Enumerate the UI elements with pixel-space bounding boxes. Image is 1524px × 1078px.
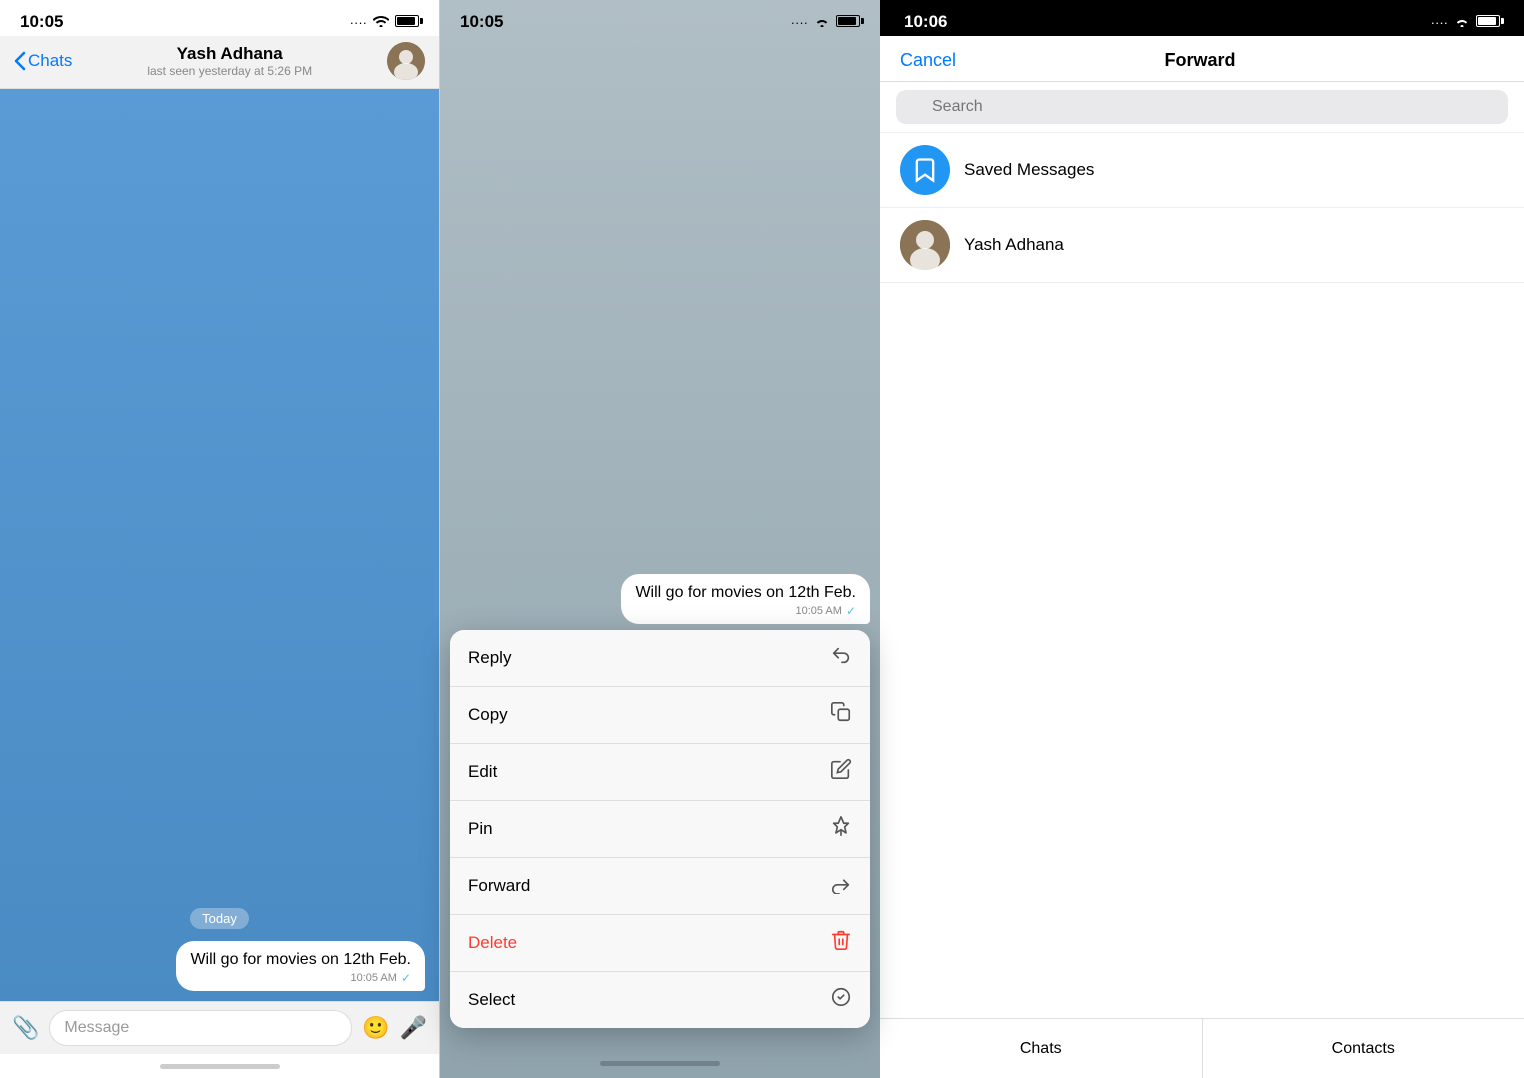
battery-icon-3 — [1476, 15, 1500, 30]
search-container-3 — [896, 90, 1508, 124]
home-indicator-1 — [160, 1064, 280, 1069]
message-check-1: ✓ — [401, 971, 411, 985]
context-delete-label: Delete — [468, 933, 517, 953]
select-icon — [830, 986, 852, 1014]
sticker-icon-1[interactable]: 🙂 — [362, 1015, 389, 1041]
wifi-icon-2 — [814, 15, 830, 30]
status-icons-1: ···· — [350, 15, 419, 30]
tab-contacts-label-3: Contacts — [1332, 1040, 1395, 1058]
context-reply-label: Reply — [468, 648, 511, 668]
status-time-1: 10:05 — [20, 12, 63, 32]
message-meta-1: 10:05 AM ✓ — [190, 971, 411, 985]
context-delete[interactable]: Delete — [450, 915, 870, 972]
home-indicator-2 — [600, 1061, 720, 1066]
context-menu: Reply Copy Edit — [450, 630, 870, 1028]
search-bar-3 — [880, 82, 1524, 133]
status-time-3: 10:06 — [904, 12, 947, 32]
list-item-yash[interactable]: Yash Adhana — [880, 208, 1524, 283]
yash-adhana-label: Yash Adhana — [964, 235, 1064, 255]
edit-icon — [830, 758, 852, 786]
message-placeholder-1: Message — [64, 1019, 129, 1036]
saved-messages-label: Saved Messages — [964, 160, 1094, 180]
tab-contacts-3[interactable]: Contacts — [1203, 1019, 1524, 1078]
context-pin-label: Pin — [468, 819, 493, 839]
forward-title: Forward — [1165, 50, 1236, 71]
contact-avatar-1[interactable] — [387, 42, 425, 80]
panel-forward: 10:06 ···· Cancel Forward — [880, 0, 1524, 1078]
reply-icon — [830, 644, 852, 672]
tab-chats-label-3: Chats — [1020, 1040, 1062, 1058]
message-input-1[interactable]: Message — [49, 1010, 352, 1046]
forward-icon — [830, 872, 852, 900]
input-bar-1: 📎 Message 🙂 🎤 — [0, 1001, 439, 1054]
back-label-1: Chats — [28, 51, 72, 71]
home-indicator-bar-2 — [440, 1048, 880, 1078]
context-forward-label: Forward — [468, 876, 530, 896]
message-time-2: 10:05 AM — [795, 605, 841, 617]
tab-chats-3[interactable]: Chats — [880, 1019, 1203, 1078]
yash-avatar — [900, 220, 950, 270]
attach-icon-1[interactable]: 📎 — [12, 1015, 39, 1041]
wifi-icon-3 — [1454, 15, 1470, 30]
saved-messages-avatar — [900, 145, 950, 195]
wifi-icon-1 — [373, 15, 389, 30]
context-select[interactable]: Select — [450, 972, 870, 1028]
last-seen-1: last seen yesterday at 5:26 PM — [147, 64, 312, 78]
signal-icon-2: ···· — [791, 15, 808, 30]
back-button-1[interactable]: Chats — [14, 51, 72, 71]
context-copy-label: Copy — [468, 705, 508, 725]
status-bar-1: 10:05 ···· — [0, 0, 439, 36]
panel-context-menu: 10:05 ···· Will go for movies on 12th Fe… — [440, 0, 880, 1078]
signal-icon-1: ···· — [350, 15, 367, 30]
context-copy[interactable]: Copy — [450, 687, 870, 744]
message-meta-2: 10:05 AM ✓ — [635, 604, 856, 618]
middle-content: Will go for movies on 12th Feb. 10:05 AM… — [440, 36, 880, 1048]
nav-bar-1: Chats Yash Adhana last seen yesterday at… — [0, 36, 439, 89]
context-select-label: Select — [468, 990, 515, 1010]
message-check-2: ✓ — [846, 604, 856, 618]
delete-icon — [830, 929, 852, 957]
pin-icon — [830, 815, 852, 843]
search-input-3[interactable] — [896, 90, 1508, 124]
today-badge-1: Today — [190, 908, 249, 929]
forward-list: Saved Messages Yash Adhana — [880, 133, 1524, 1018]
chat-area-1: Today Will go for movies on 12th Feb. 10… — [0, 89, 439, 1001]
nav-bar-3: Cancel Forward — [880, 36, 1524, 82]
context-forward[interactable]: Forward — [450, 858, 870, 915]
status-icons-2: ···· — [791, 15, 860, 30]
copy-icon — [830, 701, 852, 729]
mic-icon-1[interactable]: 🎤 — [400, 1015, 427, 1041]
context-reply[interactable]: Reply — [450, 630, 870, 687]
message-time-1: 10:05 AM — [350, 972, 396, 984]
status-bar-2: 10:05 ···· — [440, 0, 880, 36]
list-item-saved[interactable]: Saved Messages — [880, 133, 1524, 208]
context-edit-label: Edit — [468, 762, 497, 782]
bottom-tabs-3: Chats Contacts — [880, 1018, 1524, 1078]
contact-name-1: Yash Adhana — [147, 44, 312, 64]
message-text-1: Will go for movies on 12th Feb. — [190, 951, 411, 969]
battery-icon-2 — [836, 15, 860, 30]
status-bar-3: 10:06 ···· — [880, 0, 1524, 36]
message-text-2: Will go for movies on 12th Feb. — [635, 584, 856, 602]
context-pin[interactable]: Pin — [450, 801, 870, 858]
cancel-button-3[interactable]: Cancel — [900, 50, 956, 71]
status-icons-3: ···· — [1431, 15, 1500, 30]
home-indicator-bar-1 — [0, 1054, 439, 1078]
context-edit[interactable]: Edit — [450, 744, 870, 801]
nav-center-1: Yash Adhana last seen yesterday at 5:26 … — [147, 44, 312, 78]
message-bubble-2: Will go for movies on 12th Feb. 10:05 AM… — [621, 574, 870, 624]
message-bubble-1: Will go for movies on 12th Feb. 10:05 AM… — [176, 941, 425, 991]
signal-icon-3: ···· — [1431, 15, 1448, 30]
panel-chat: 10:05 ···· Chats Yash Adhana l — [0, 0, 440, 1078]
battery-icon-1 — [395, 15, 419, 30]
status-time-2: 10:05 — [460, 12, 503, 32]
